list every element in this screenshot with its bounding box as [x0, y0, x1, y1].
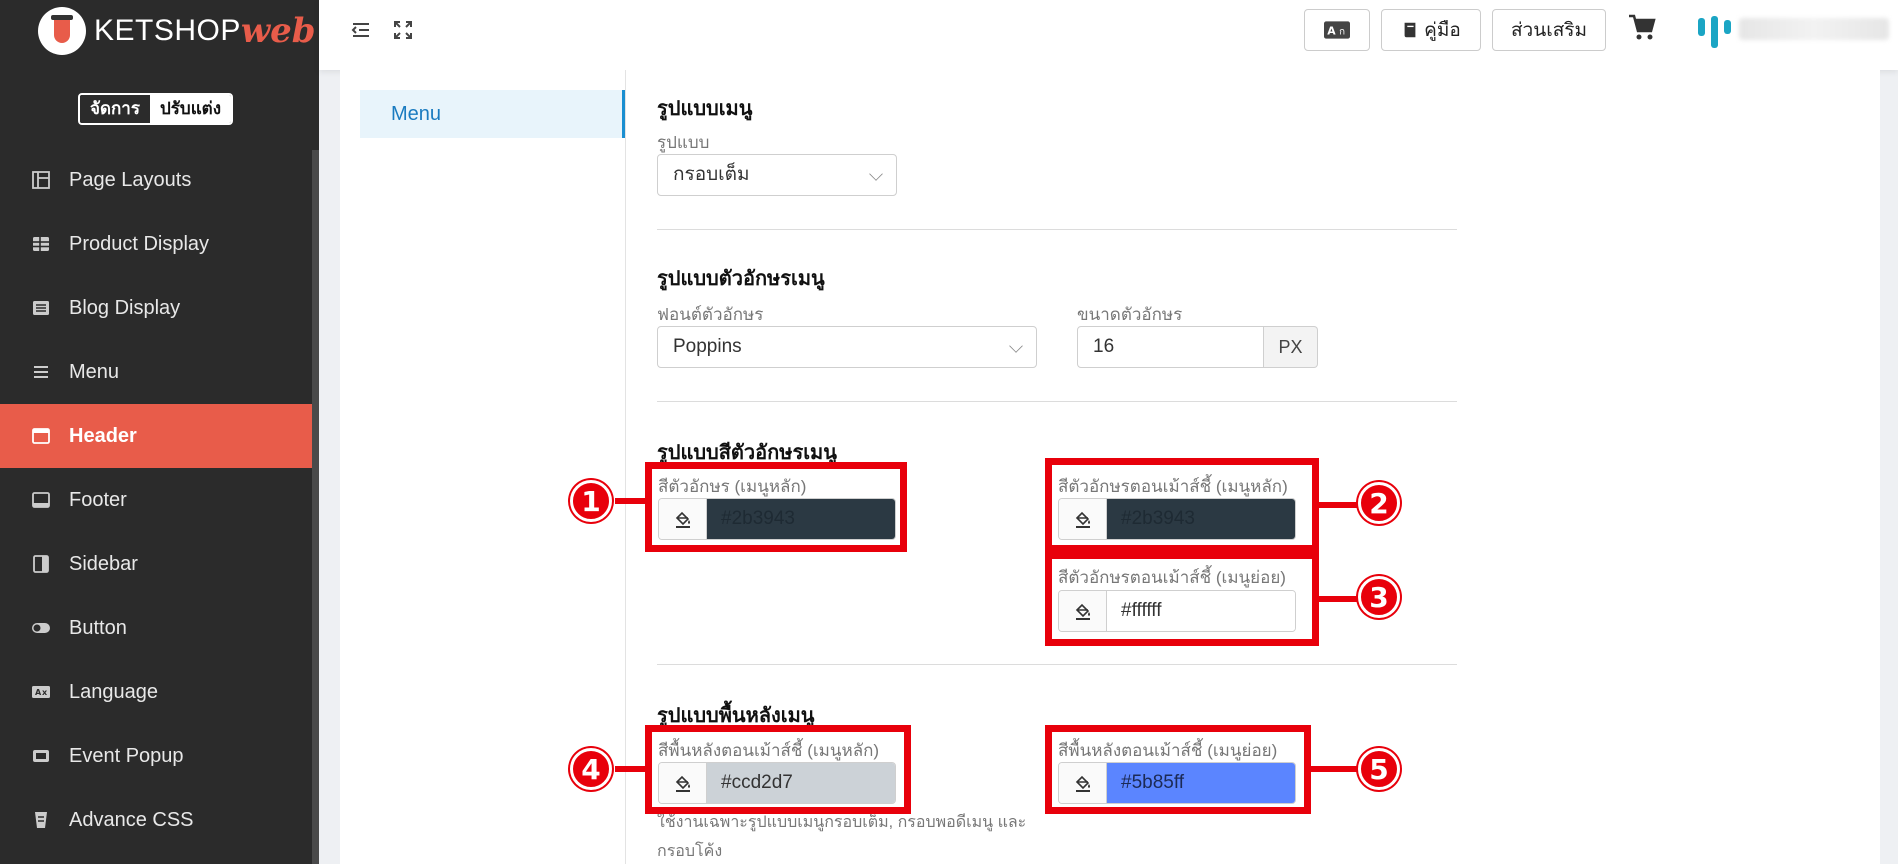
svg-text:A: A: [35, 688, 42, 697]
divider: [657, 664, 1457, 665]
menu-style-title: รูปแบบเมนู: [657, 98, 753, 120]
font-size-label: ขนาดตัวอักษร: [1077, 305, 1183, 324]
highlight-connector: [1317, 596, 1361, 602]
sidebar: KETSHOP web จัดการ ปรับแต่ง Page Layouts …: [0, 0, 319, 864]
sidebar-item-language[interactable]: Ax Language: [0, 660, 313, 724]
manual-button[interactable]: คู่มือ: [1381, 9, 1481, 51]
font-family-value: Poppins: [673, 336, 742, 357]
sidebar-icon: [30, 553, 52, 575]
highlight-box-5: [1045, 725, 1311, 814]
highlight-connector: [615, 498, 647, 504]
svg-text:x: x: [42, 688, 48, 697]
topbar: Aก คู่มือ ส่วนเสริม: [319, 0, 1898, 70]
language-icon: Ax: [30, 681, 52, 703]
annotation-badge-4: 4: [570, 748, 612, 790]
chevron-down-icon: [1009, 339, 1023, 353]
collapse-sidebar-icon[interactable]: [349, 18, 373, 42]
font-size-unit: PX: [1264, 326, 1318, 368]
font-size-input[interactable]: 16: [1077, 326, 1264, 368]
sidebar-item-advance-css[interactable]: Advance CSS: [0, 788, 313, 852]
css-icon: [30, 809, 52, 831]
sidebar-item-blog-display[interactable]: Blog Display: [0, 276, 313, 340]
font-family-label: ฟอนต์ตัวอักษร: [657, 305, 764, 324]
sidebar-item-label: Header: [69, 424, 137, 447]
highlight-connector: [615, 766, 647, 772]
sidebar-scrollbar[interactable]: [312, 150, 319, 864]
cart-icon[interactable]: [1627, 12, 1657, 42]
highlight-connector: [1309, 766, 1361, 772]
sidebar-item-label: Product Display: [69, 232, 210, 255]
shop-avatar[interactable]: [1695, 12, 1735, 52]
sidebar-item-label: Blog Display: [69, 296, 181, 319]
brand-name: KETSHOP: [94, 14, 241, 47]
footer-icon: [30, 489, 52, 511]
highlight-box-1: [645, 462, 907, 552]
mode-toggle: จัดการ ปรับแต่ง: [78, 93, 233, 125]
book-icon: [1404, 22, 1416, 38]
mode-manage-button[interactable]: จัดการ: [80, 95, 150, 123]
sidebar-item-product-display[interactable]: Product Display: [0, 212, 313, 276]
sidebar-item-label: Language: [69, 680, 158, 703]
subnav-item-menu[interactable]: Menu: [360, 90, 625, 138]
annotation-badge-1: 1: [570, 480, 612, 522]
menu-style-select[interactable]: กรอบเต็ม: [657, 154, 897, 196]
sidebar-item-sidebar[interactable]: Sidebar: [0, 532, 313, 596]
subnav-label: Menu: [391, 103, 442, 125]
divider: [657, 229, 1457, 230]
sidebar-item-label: Button: [69, 616, 127, 639]
fullscreen-icon[interactable]: [391, 18, 415, 42]
font-size-value: 16: [1093, 336, 1115, 357]
menu-icon: [30, 361, 52, 383]
annotation-badge-2: 2: [1358, 482, 1400, 524]
sidebar-item-label: Event Popup: [69, 744, 184, 767]
sidebar-item-label: Page Layouts: [69, 168, 192, 191]
language-switch-button[interactable]: Aก: [1304, 9, 1370, 51]
sidebar-item-label: Footer: [69, 488, 127, 511]
brand-cup-icon: [38, 7, 86, 55]
sidebar-item-label: Advance CSS: [69, 808, 194, 831]
grid-icon: [30, 233, 52, 255]
highlight-box-3: [1045, 552, 1319, 646]
popup-icon: [30, 745, 52, 767]
menu-style-label: รูปแบบ: [657, 133, 710, 152]
svg-text:A: A: [1327, 24, 1336, 37]
sidebar-item-button[interactable]: Button: [0, 596, 313, 660]
highlight-box-2: [1045, 458, 1319, 552]
sidebar-item-menu[interactable]: Menu: [0, 340, 313, 404]
sidebar-item-page-layouts[interactable]: Page Layouts: [0, 148, 313, 212]
font-family-select[interactable]: Poppins: [657, 326, 1037, 368]
brand-suffix: web: [240, 11, 316, 51]
menu-style-value: กรอบเต็ม: [673, 164, 750, 185]
addons-button[interactable]: ส่วนเสริม: [1492, 9, 1606, 51]
language-icon: Aก: [1324, 21, 1350, 39]
annotation-badge-5: 5: [1358, 748, 1400, 790]
list-icon: [30, 297, 52, 319]
chevron-down-icon: [869, 167, 883, 181]
brand-logo[interactable]: KETSHOP web: [38, 6, 316, 56]
sidebar-nav: Page Layouts Product Display Blog Displa…: [0, 148, 313, 852]
addons-label: ส่วนเสริม: [1510, 20, 1588, 41]
sidebar-item-label: Sidebar: [69, 552, 138, 575]
sidebar-item-event-popup[interactable]: Event Popup: [0, 724, 313, 788]
sidebar-item-footer[interactable]: Footer: [0, 468, 313, 532]
toggle-icon: [30, 617, 52, 639]
mode-customize-button[interactable]: ปรับแต่ง: [149, 95, 231, 123]
sidebar-item-label: Menu: [69, 360, 120, 383]
highlight-box-4: [645, 725, 911, 814]
bg-color-note: ใช้งานเฉพาะรูปแบบเมนูกรอบเต็ม, กรอบพอดีเ…: [657, 814, 1027, 860]
manual-label: คู่มือ: [1424, 20, 1461, 41]
divider: [625, 70, 626, 864]
svg-text:ก: ก: [1339, 26, 1345, 37]
user-name-blurred[interactable]: [1739, 18, 1889, 40]
header-icon: [30, 425, 52, 447]
layout-icon: [30, 169, 52, 191]
sidebar-item-header[interactable]: Header: [0, 404, 313, 468]
divider: [657, 401, 1457, 402]
font-style-title: รูปแบบตัวอักษรเมนู: [657, 268, 825, 290]
annotation-badge-3: 3: [1358, 576, 1400, 618]
highlight-connector: [1317, 502, 1361, 508]
